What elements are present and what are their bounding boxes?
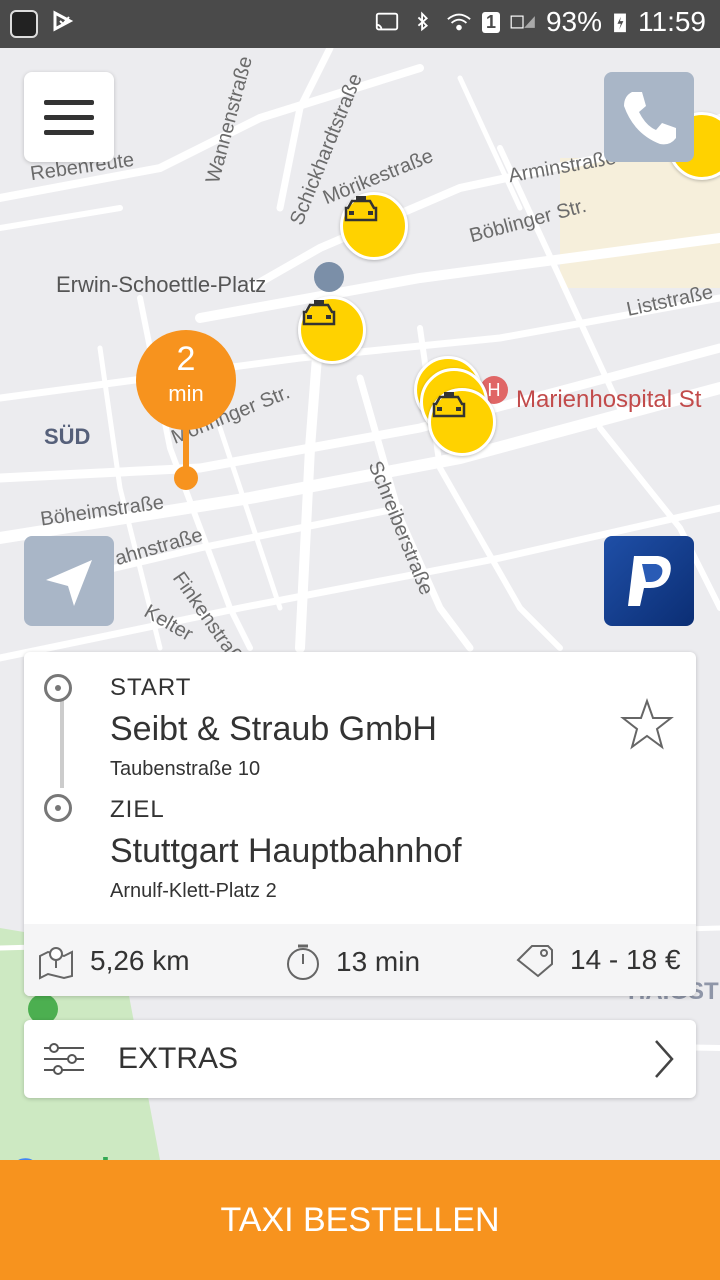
map-pin-icon [39, 947, 73, 980]
eta-unit: min [168, 381, 204, 406]
cast-icon [375, 12, 399, 31]
taxi-marker[interactable] [340, 192, 408, 260]
map-label: SÜD [44, 424, 91, 449]
destination-marker-icon [44, 794, 72, 822]
taxi-car-icon [302, 300, 336, 326]
trip-summary: 5,26 km 13 min 14 - 18 € [24, 924, 696, 996]
order-taxi-button[interactable]: TAXI BESTELLEN [0, 1160, 720, 1280]
call-button[interactable] [604, 72, 694, 162]
battery-icon [614, 13, 626, 33]
clock: 11:59 [638, 6, 706, 37]
start-marker-icon [44, 674, 72, 702]
taxi-marker[interactable] [428, 388, 496, 456]
destination-name[interactable]: Stuttgart Hauptbahnhof [110, 832, 462, 871]
map-label: Marienhospital St [516, 386, 702, 413]
distance-value: 5,26 km [90, 945, 190, 976]
extras-label: EXTRAS [118, 1042, 239, 1075]
signal-icon [510, 15, 535, 29]
trip-card: START Seibt & Straub GmbH Taubenstraße 1… [24, 652, 696, 996]
favorite-star-icon[interactable] [620, 698, 674, 752]
extras-row[interactable]: EXTRAS [24, 1020, 696, 1098]
taxi-car-icon [344, 196, 378, 222]
destination-address[interactable]: Arnulf-Klett-Platz 2 [110, 880, 277, 903]
hamburger-icon-bar [44, 115, 94, 120]
paypal-icon [628, 556, 671, 606]
price-info: 14 - 18 € [514, 942, 681, 978]
check-notification-icon [53, 10, 74, 32]
sliders-icon [44, 1043, 84, 1075]
museum-icon [314, 262, 344, 292]
bluetooth-icon [417, 11, 428, 32]
sim-badge: 1 [481, 11, 500, 33]
menu-button[interactable] [24, 72, 114, 162]
taxi-car-icon [432, 392, 466, 418]
stopwatch-icon [287, 944, 319, 980]
hamburger-icon-bar [44, 130, 94, 135]
navigation-arrow-icon [46, 560, 92, 606]
duration-value: 13 min [336, 946, 421, 977]
pickup-location-dot [174, 466, 198, 490]
route-connector [60, 692, 64, 788]
paypal-button[interactable] [604, 536, 694, 626]
chevron-right-icon [655, 1040, 674, 1078]
battery-level: 93% [545, 6, 602, 37]
map-label: Erwin-Schoettle-Platz [56, 272, 267, 297]
wifi-icon [447, 13, 471, 31]
eta-pin[interactable]: 2 min [136, 330, 236, 430]
app-notification-icon [10, 10, 38, 38]
status-bar: 1 93% 11:59 [0, 0, 720, 48]
start-caption: START [110, 674, 192, 701]
my-location-button[interactable] [24, 536, 114, 626]
price-value: 14 - 18 € [570, 944, 681, 975]
phone-icon [624, 92, 676, 145]
duration-info: 13 min [284, 942, 420, 982]
start-address[interactable]: Taubenstraße 10 [110, 758, 260, 781]
destination-caption: ZIEL [110, 796, 165, 823]
distance-info: 5,26 km [36, 942, 190, 980]
hamburger-icon-bar [44, 100, 94, 105]
google-logo: Google [12, 1152, 129, 1160]
price-tag-icon [516, 945, 553, 978]
eta-value: 2 [176, 340, 196, 378]
taxi-marker[interactable] [298, 296, 366, 364]
start-name[interactable]: Seibt & Straub GmbH [110, 710, 437, 749]
